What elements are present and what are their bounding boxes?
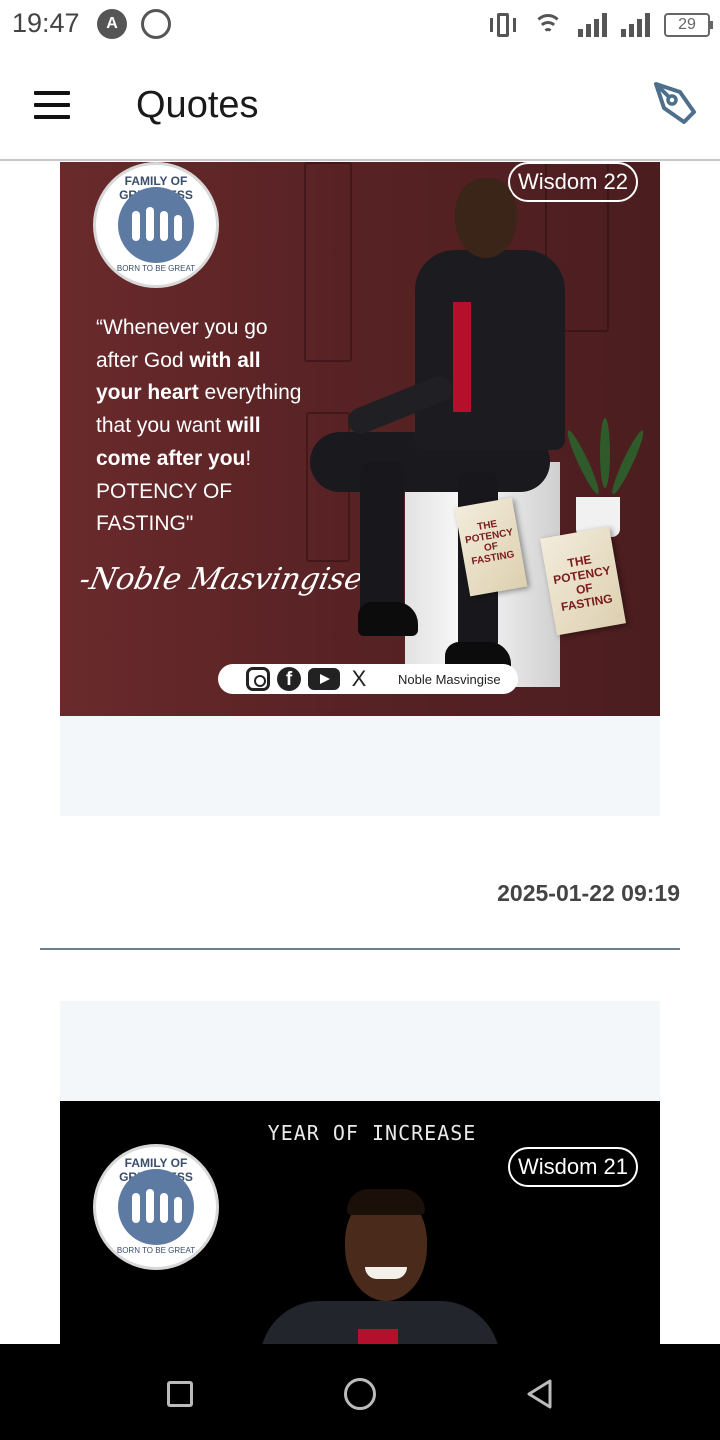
wifi-icon	[532, 12, 564, 38]
system-navigation-bar	[0, 1344, 720, 1440]
pen-nib-icon[interactable]	[650, 78, 700, 128]
youtube-icon	[308, 668, 340, 690]
battery-icon: 29	[664, 13, 713, 37]
quote-text: “Whenever you go after God with all your…	[96, 316, 302, 536]
instagram-icon	[246, 667, 270, 691]
quote-image-wisdom-22[interactable]: FAMILY OF GREATNESS BORN TO BE GREAT Wis…	[60, 162, 660, 716]
signal-icon-2	[621, 13, 650, 37]
status-indicators: 29	[488, 10, 713, 40]
family-of-greatness-logo: FAMILY OF GREATNESS BORN TO BE GREAT	[93, 1144, 219, 1270]
recent-apps-icon[interactable]	[167, 1381, 193, 1407]
social-handle-name: Noble Masvingise	[398, 671, 501, 687]
post-caption	[60, 716, 660, 816]
post-timestamp: 2025-01-22 09:19	[497, 880, 680, 906]
status-bar: 19:47 A 29	[0, 0, 720, 50]
social-handles-bar: f X Noble Masvingise	[218, 664, 518, 694]
wisdom-tag: Wisdom 22	[507, 162, 638, 202]
signature: -Noble Masvingise	[76, 562, 367, 597]
vibrate-icon	[488, 11, 518, 39]
quotes-feed[interactable]: FAMILY OF GREATNESS BORN TO BE GREAT Wis…	[0, 162, 720, 1344]
x-twitter-icon: X	[351, 666, 367, 691]
page-title: Quotes	[136, 84, 259, 126]
quote-image-wisdom-21[interactable]: YEAR OF INCREASE FAMILY OF GREATNESS BOR…	[60, 1101, 660, 1344]
status-time: 19:47	[12, 8, 80, 38]
year-of-increase-title: YEAR OF INCREASE	[267, 1121, 477, 1145]
facebook-icon: f	[277, 667, 301, 691]
post-caption	[60, 1001, 660, 1101]
family-of-greatness-logo: FAMILY OF GREATNESS BORN TO BE GREAT	[93, 162, 219, 288]
hamburger-menu-icon[interactable]	[30, 88, 74, 122]
whatsapp-icon	[141, 9, 171, 39]
wisdom-tag: Wisdom 21	[507, 1147, 638, 1187]
app-bar: Quotes	[0, 50, 720, 161]
back-icon[interactable]	[525, 1378, 555, 1409]
signal-icon-1	[578, 13, 607, 37]
app-notification-icon: A	[97, 9, 127, 39]
home-icon[interactable]	[344, 1378, 376, 1410]
post-divider	[40, 948, 680, 950]
